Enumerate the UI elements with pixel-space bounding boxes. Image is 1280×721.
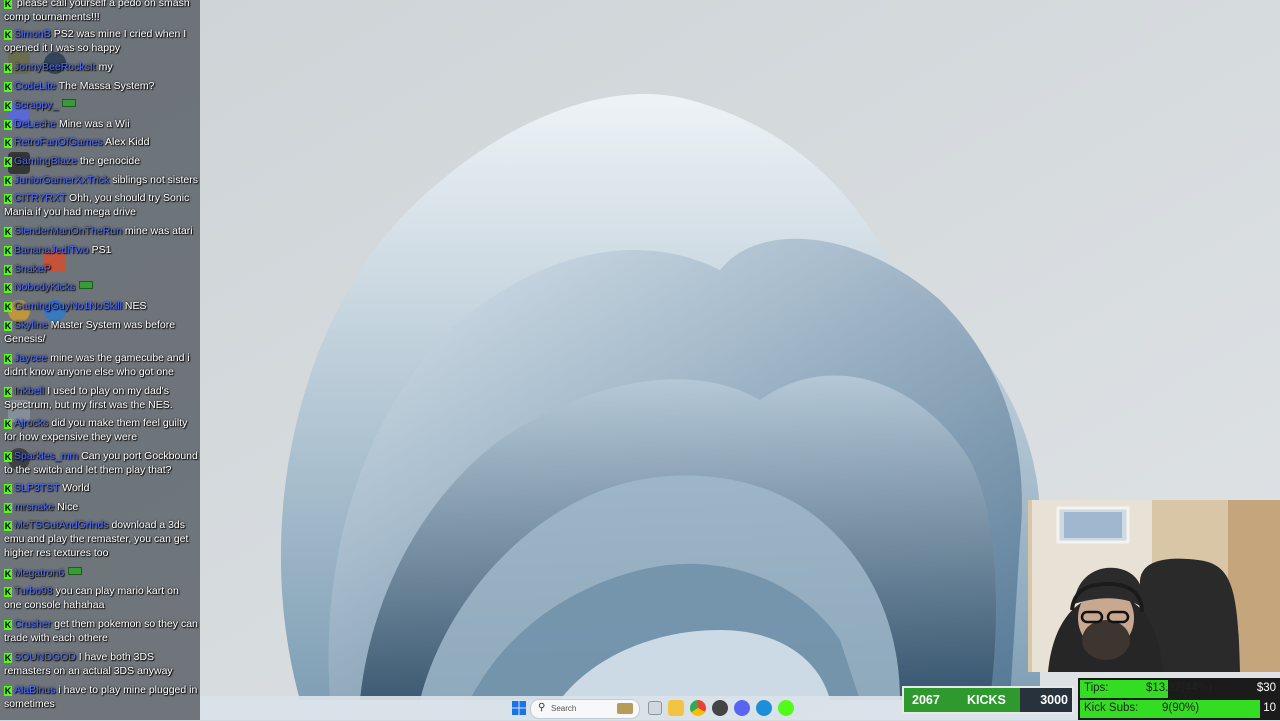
tips-value: $13.32(44%) — [1146, 682, 1212, 694]
chat-message: K CodeLite The Massa System? — [4, 80, 155, 92]
capture-app-icon[interactable] — [712, 700, 728, 716]
chat-message: K SlenderManOnTheRun mine was atari — [4, 225, 193, 237]
kicks-goal-bar: 2067 KICKS 3000 — [902, 686, 1074, 714]
chat-message: K DeLeche Mine was a Wii — [4, 118, 130, 130]
subs-goal: 10 — [1263, 702, 1276, 714]
kick-badge-icon: K — [4, 30, 12, 40]
chat-message: K Scrappy_ — [4, 98, 198, 112]
chat-message: K Crusher get them pokemon so they can tr… — [4, 618, 198, 644]
kick-badge-icon: K — [4, 246, 12, 256]
tips-goal-row: Tips: $13.32(44%) $30 — [1080, 680, 1280, 698]
edge-icon[interactable] — [756, 700, 772, 716]
chat-message: K GamingBlaze the genocide — [4, 155, 141, 167]
chat-message: K RetroFanOfGames Alex Kidd — [4, 136, 150, 148]
subscriber-badge-icon — [79, 281, 94, 289]
chat-message: K SnakeP — [4, 263, 51, 275]
chat-message: Kmrsnake Nice — [4, 501, 79, 513]
kick-badge-icon: K — [4, 63, 12, 73]
kick-badge-icon: K — [4, 194, 12, 204]
kick-badge-icon: K — [4, 227, 12, 237]
chat-message: K JonnyBeeRocksIt my — [4, 61, 113, 73]
kick-badge-icon: K — [4, 302, 12, 312]
kick-app-icon[interactable] — [778, 700, 794, 716]
kick-badge-icon: K — [4, 419, 12, 429]
chat-message: K CITRYRXT Ohh, you should try Sonic Mani… — [4, 192, 190, 218]
kick-badge-icon: K — [4, 82, 12, 92]
kicks-label: KICKS — [967, 693, 1006, 707]
kick-badge-icon: K — [4, 587, 12, 597]
kick-badge-icon: K — [4, 354, 12, 364]
chat-message: K NobodyKicks — [4, 280, 198, 294]
search-input[interactable]: ⚲ Search — [530, 699, 640, 719]
subs-label: Kick Subs: — [1084, 702, 1139, 714]
kick-badge-icon: K — [4, 283, 12, 293]
subscriber-badge-icon — [62, 99, 77, 107]
chat-message: K AlaBinus i have to play mine plugged in… — [4, 684, 198, 710]
kick-badge-icon: K — [4, 387, 12, 397]
kick-badge-icon: K — [4, 653, 12, 663]
kick-badge-icon: K — [4, 176, 12, 186]
chat-message: K Jaycee mine was the gamecube and i didn… — [4, 352, 190, 378]
chat-message: K Turbo98 you can play mario kart on one … — [4, 585, 179, 611]
kick-badge-icon: K — [4, 321, 12, 331]
chat-overlay: K please call yourself a pedo on smash c… — [0, 0, 200, 720]
kick-badge-icon: K — [4, 484, 12, 494]
chat-message: K SimonB PS2 was mine I cried when I open… — [4, 28, 187, 54]
donation-goals-panel: Tips: $13.32(44%) $30 Kick Subs: 9(90%) … — [1078, 678, 1280, 720]
subs-value: 9(90%) — [1162, 702, 1200, 714]
kick-badge-icon: K — [4, 101, 12, 111]
chat-message: K SOUNDGOD I have both 3DS remasters on a… — [4, 651, 173, 677]
chat-message: K JuniorGamerXxTrick siblings not sisters — [4, 174, 199, 186]
kick-badge-icon: K — [4, 521, 12, 531]
webcam-feed — [1028, 500, 1280, 672]
file-explorer-icon[interactable] — [668, 700, 684, 716]
tips-goal: $30 — [1256, 682, 1276, 694]
windows-start-icon[interactable] — [511, 700, 527, 716]
kick-badge-icon: K — [4, 503, 12, 513]
chat-message: K GamingGuyNo1NoSkill NES — [4, 300, 147, 312]
task-view-icon[interactable] — [648, 701, 662, 715]
chat-message: K Skyline Master System was before Genesi… — [4, 319, 176, 345]
chat-message: K SLP3TST World — [4, 482, 90, 494]
discord-icon[interactable] — [734, 700, 750, 716]
subscriber-badge-icon — [68, 567, 83, 575]
kick-badge-icon: K — [4, 120, 12, 130]
kick-badge-icon: K — [4, 569, 12, 579]
kick-badge-icon: K — [4, 452, 12, 462]
tips-label: Tips: — [1084, 682, 1109, 694]
chat-message: K BananaJediTwo PS1 — [4, 244, 112, 256]
kick-badge-icon: K — [4, 0, 12, 9]
magnifier-icon: ⚲ — [538, 702, 546, 713]
search-highlight-icon — [617, 703, 633, 714]
kick-badge-icon: K — [4, 138, 12, 148]
kick-badge-icon: K — [4, 686, 12, 696]
kick-badge-icon: K — [4, 157, 12, 167]
chrome-icon[interactable] — [690, 700, 706, 716]
kicks-goal-count: 3000 — [1040, 693, 1068, 707]
subs-goal-row: Kick Subs: 9(90%) 10 — [1080, 700, 1280, 718]
kicks-current-count: 2067 — [912, 693, 940, 707]
kick-badge-icon: K — [4, 265, 12, 275]
chat-message: K MeTSGutAndGrinds download a 3ds emu and… — [4, 519, 189, 559]
chat-message: K Inkbell I used to play on my dad's Spec… — [4, 385, 173, 411]
chat-message: K please call yourself a pedo on smash c… — [4, 0, 190, 23]
chat-message: K Sparkles_mm Can you port Gockbound to t… — [4, 450, 198, 476]
kick-badge-icon: K — [4, 620, 12, 630]
chat-message: K Ajrocks did you make them feel guilty f… — [4, 417, 188, 443]
chat-message: K Megatron6 — [4, 566, 198, 580]
